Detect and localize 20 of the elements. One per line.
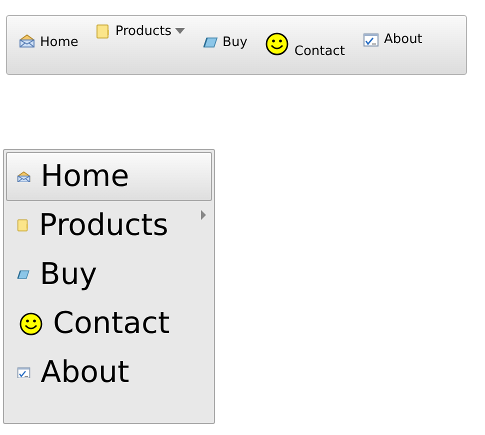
menu-item[interactable]: Home <box>19 32 78 50</box>
menu-item[interactable]: Contact <box>265 32 345 59</box>
envelope-icon <box>17 170 31 182</box>
envelope-icon <box>19 34 35 48</box>
folder-icon <box>17 219 29 232</box>
menu-item[interactable]: Products <box>96 24 185 42</box>
smiley-icon <box>19 312 43 336</box>
eraser-icon <box>17 270 30 280</box>
menu-item[interactable]: Buy <box>6 250 212 299</box>
menu-item[interactable]: Products <box>6 201 212 250</box>
menu-item[interactable]: About <box>362 32 422 50</box>
menu-item[interactable]: Home <box>6 152 212 201</box>
menu-item[interactable]: Buy <box>202 32 248 50</box>
eraser-icon <box>202 37 218 48</box>
checkbox-icon <box>362 33 379 47</box>
menu-item[interactable]: Contact <box>6 299 212 348</box>
menu-item[interactable]: About <box>6 348 212 397</box>
smiley-icon <box>265 32 290 56</box>
checkbox-icon <box>17 366 31 378</box>
folder-icon <box>96 24 110 39</box>
